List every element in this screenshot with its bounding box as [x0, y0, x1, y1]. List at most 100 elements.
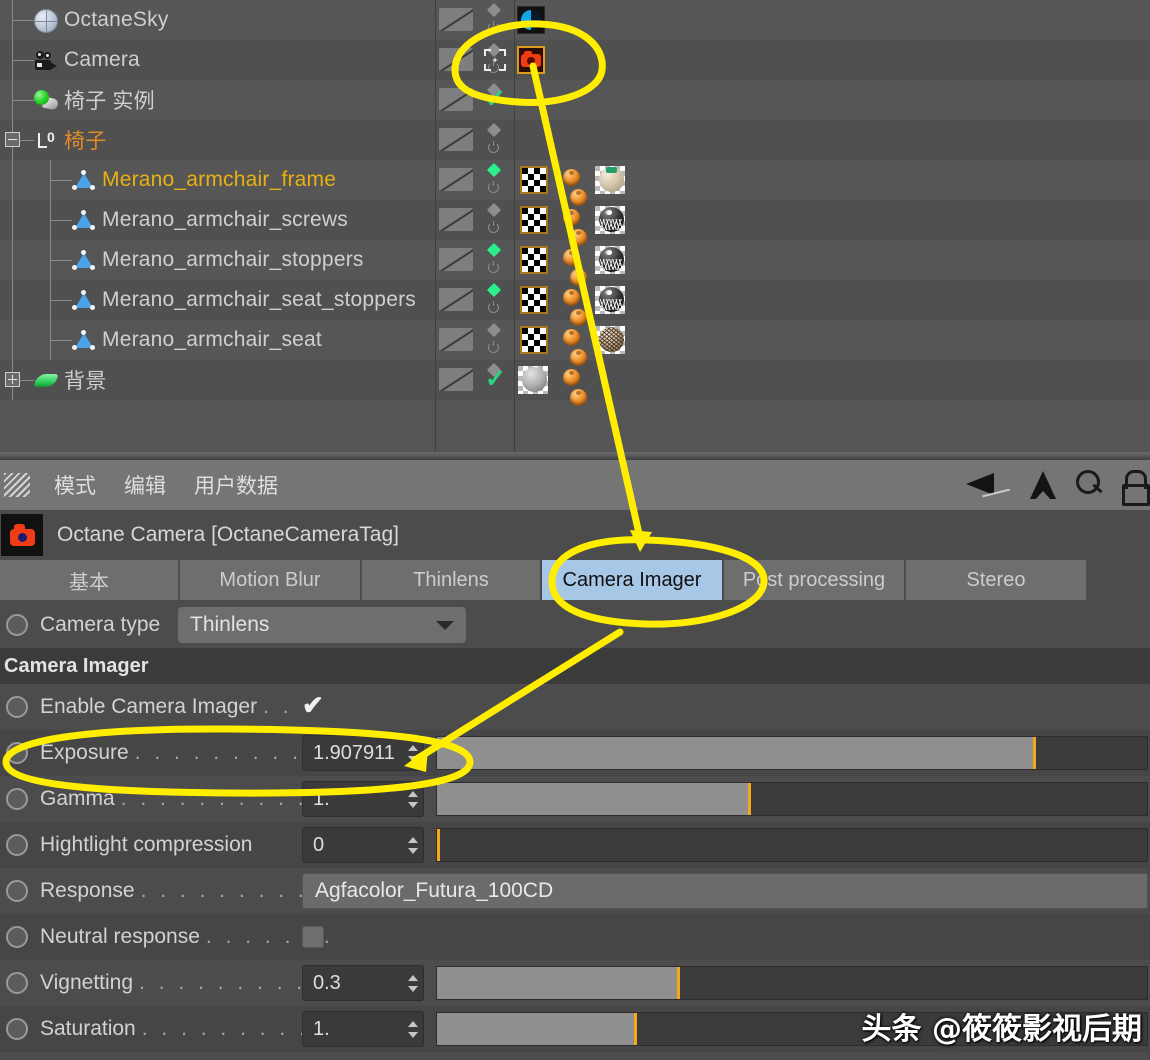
- layer-swatch[interactable]: [439, 368, 473, 391]
- slider-knob[interactable]: [1033, 737, 1036, 769]
- animate-dot-saturation[interactable]: [6, 1018, 28, 1040]
- octane-material-tag-icon[interactable]: [563, 369, 580, 386]
- object-name-cell[interactable]: 背景: [0, 360, 435, 400]
- expander-collapse[interactable]: [5, 132, 20, 147]
- object-layer-cell[interactable]: [435, 360, 477, 400]
- number-field-exposure[interactable]: 1.907911: [302, 735, 424, 771]
- number-field-saturation[interactable]: 1.: [302, 1011, 424, 1047]
- slider-knob[interactable]: [748, 783, 751, 815]
- menu-item-userdata[interactable]: 用户数据: [180, 470, 292, 500]
- uv-checker-tag-icon[interactable]: [520, 206, 548, 234]
- octane-material-tag-icon[interactable]: [570, 189, 587, 206]
- visibility-dots-cell[interactable]: [477, 240, 513, 280]
- editor-visibility-dot[interactable]: [486, 202, 502, 218]
- visibility-dots-cell[interactable]: ✓: [477, 80, 513, 120]
- object-name-cell[interactable]: Merano_armchair_stoppers: [0, 240, 435, 280]
- octane-material-tag-icon[interactable]: [563, 209, 580, 226]
- up-level-icon[interactable]: [1026, 471, 1060, 500]
- animate-dot-exposure[interactable]: [6, 742, 28, 764]
- octane-material-tag-icon[interactable]: [563, 289, 580, 306]
- menu-item-mode[interactable]: 模式: [40, 470, 110, 500]
- object-layer-cell[interactable]: [435, 160, 477, 200]
- octane-material-tag-icon[interactable]: [570, 309, 587, 326]
- slider-knob[interactable]: [677, 967, 680, 999]
- camera-type-dropdown[interactable]: Thinlens: [178, 607, 466, 643]
- animate-dot-camera-type[interactable]: [6, 614, 28, 636]
- slider-knob[interactable]: [634, 1013, 637, 1045]
- slider-knob[interactable]: [437, 829, 440, 861]
- layer-swatch[interactable]: [439, 8, 473, 31]
- expander-expand[interactable]: [5, 372, 20, 387]
- editor-visibility-dot[interactable]: [486, 2, 502, 18]
- octane-material-tag-icon[interactable]: [563, 249, 580, 266]
- object-name-cell[interactable]: 0 椅子: [0, 120, 435, 160]
- visibility-dots-cell[interactable]: [477, 160, 513, 200]
- visibility-dots-cell[interactable]: [477, 280, 513, 320]
- octane-material-tag-icon[interactable]: [563, 169, 580, 186]
- uv-checker-tag-icon[interactable]: [520, 286, 548, 314]
- animate-dot-hightlight-compression[interactable]: [6, 834, 28, 856]
- animate-dot-response[interactable]: [6, 880, 28, 902]
- animate-dot-enable-camera-imager[interactable]: [6, 696, 28, 718]
- object-tree-row[interactable]: OctaneSky: [0, 0, 1150, 40]
- object-name-cell[interactable]: Camera: [0, 40, 435, 80]
- object-name-cell[interactable]: Merano_armchair_seat_stoppers: [0, 280, 435, 320]
- animate-dot-vignetting[interactable]: [6, 972, 28, 994]
- render-visibility-dot[interactable]: [488, 141, 499, 153]
- spinner-hightlight-compression[interactable]: [403, 828, 423, 862]
- animate-dot-gamma[interactable]: [6, 788, 28, 810]
- object-tree-row[interactable]: Camera: [0, 40, 1150, 80]
- layer-swatch[interactable]: [439, 208, 473, 231]
- octane-material-tag-icon[interactable]: [570, 389, 587, 406]
- layer-swatch[interactable]: [439, 128, 473, 151]
- object-name-cell[interactable]: Merano_armchair_seat: [0, 320, 435, 360]
- slider-exposure[interactable]: [436, 736, 1148, 770]
- uv-checker-tag-icon[interactable]: [520, 166, 548, 194]
- attribute-tabs[interactable]: 基本 Motion Blur Thinlens Camera Imager Post p…: [0, 560, 1150, 600]
- editor-visibility-dot[interactable]: [486, 242, 502, 258]
- selection-tag-icon[interactable]: [484, 49, 506, 71]
- checkbox-enable-camera-imager[interactable]: ✔: [302, 692, 324, 718]
- uv-checker-tag-icon[interactable]: [520, 326, 548, 354]
- octane-material-tag-icon[interactable]: [570, 229, 587, 246]
- editor-visibility-dot[interactable]: [486, 162, 502, 178]
- text-field-response[interactable]: Agfacolor_Futura_100CD: [302, 873, 1148, 909]
- layer-swatch[interactable]: [439, 88, 473, 111]
- object-layer-cell[interactable]: [435, 0, 477, 40]
- number-field-vignetting[interactable]: 0.3: [302, 965, 424, 1001]
- layer-swatch[interactable]: [439, 48, 473, 71]
- checkbox-neutral-response[interactable]: [302, 926, 324, 948]
- spinner-gamma[interactable]: [403, 782, 423, 816]
- render-visibility-dot[interactable]: [488, 341, 499, 353]
- enabled-check-icon[interactable]: ✓: [485, 87, 506, 112]
- material-preview-thumbnail[interactable]: [595, 286, 625, 314]
- material-preview-thumbnail[interactable]: [595, 246, 625, 274]
- visibility-dots-cell[interactable]: [477, 120, 513, 160]
- octane-camera-tag-icon[interactable]: [517, 46, 545, 74]
- material-preview-thumbnail[interactable]: [595, 326, 625, 354]
- object-layer-cell[interactable]: [435, 200, 477, 240]
- object-layer-cell[interactable]: [435, 280, 477, 320]
- slider-gamma[interactable]: [436, 782, 1148, 816]
- octane-material-tag-icon[interactable]: [563, 329, 580, 346]
- object-name-cell[interactable]: Merano_armchair_screws: [0, 200, 435, 240]
- panel-divider[interactable]: [0, 452, 1150, 460]
- layer-swatch[interactable]: [439, 288, 473, 311]
- editor-visibility-dot[interactable]: [486, 322, 502, 338]
- object-layer-cell[interactable]: [435, 320, 477, 360]
- visibility-dots-cell[interactable]: [477, 0, 513, 40]
- object-layer-cell[interactable]: [435, 120, 477, 160]
- grip-icon[interactable]: [4, 473, 30, 497]
- tab-camera-imager[interactable]: Camera Imager: [542, 560, 724, 600]
- tab-post-processing[interactable]: Post processing: [724, 560, 906, 600]
- render-visibility-dot[interactable]: [488, 181, 499, 193]
- spinner-vignetting[interactable]: [403, 966, 423, 1000]
- material-preview-thumbnail[interactable]: [595, 166, 625, 194]
- lock-icon[interactable]: [1122, 470, 1150, 506]
- visibility-dots-cell[interactable]: [477, 320, 513, 360]
- tab-thinlens[interactable]: Thinlens: [362, 560, 542, 600]
- object-name-cell[interactable]: OctaneSky: [0, 0, 435, 40]
- octane-sky-tag-icon[interactable]: [517, 6, 545, 34]
- tab-stereo[interactable]: Stereo: [906, 560, 1088, 600]
- editor-visibility-dot[interactable]: [486, 122, 502, 138]
